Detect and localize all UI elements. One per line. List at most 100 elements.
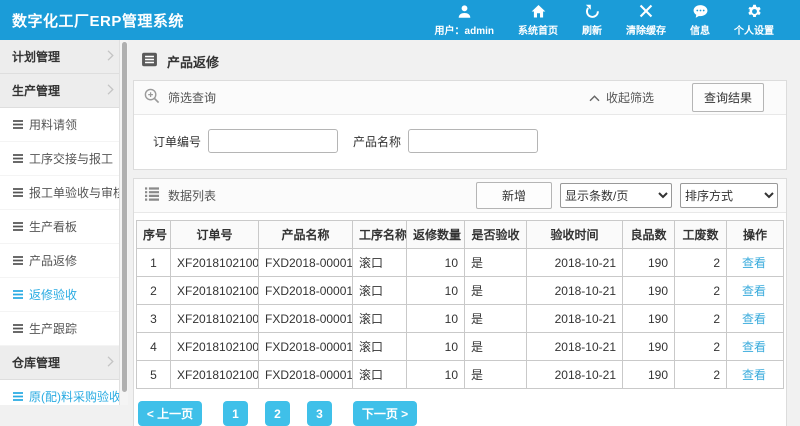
table-header-row: 序号订单号产品名称工序名称返修数量是否验收验收时间良品数工废数操作	[137, 221, 784, 249]
nav-item-label: 信息	[690, 22, 710, 37]
operations-cell: 查看删除	[727, 333, 784, 361]
nav-item-user[interactable]: 用户：admin	[435, 4, 494, 37]
table-cell: 190	[623, 305, 675, 333]
settings-icon	[747, 4, 762, 19]
sidebar-item-4[interactable]: 报工单验收与审核	[0, 176, 128, 210]
view-link[interactable]: 查看	[742, 340, 766, 354]
nav-item-clear-cache[interactable]: 清除缓存	[626, 4, 666, 37]
table-cell: 滚口	[353, 333, 407, 361]
nav-item-label: 清除缓存	[626, 22, 666, 37]
table-row: 1XF20181021001FXD2018-00001滚口10是2018-10-…	[137, 249, 784, 277]
table-cell: XF20181021001	[171, 305, 259, 333]
nav-item-refresh[interactable]: 刷新	[582, 4, 602, 37]
list-icon	[144, 186, 160, 205]
column-header: 工废数	[675, 221, 727, 249]
nav-item-label: 系统首页	[518, 22, 558, 37]
page-title: 产品返修	[167, 52, 219, 71]
menu-bars-icon	[13, 222, 23, 231]
sidebar-item-6[interactable]: 产品返修	[0, 244, 128, 278]
data-table: 序号订单号产品名称工序名称返修数量是否验收验收时间良品数工废数操作1XF2018…	[136, 220, 784, 389]
order-no-label: 订单编号	[153, 133, 201, 150]
nav-item-message[interactable]: 信息	[690, 4, 710, 37]
table-cell: 2	[675, 277, 727, 305]
table-cell: 4	[137, 333, 171, 361]
data-panel-header: 数据列表 新增 显示条数/页 排序方式	[134, 179, 786, 213]
sidebar-group-1[interactable]: 生产管理	[0, 74, 128, 108]
sidebar-item-label: 原(配)料采购验收	[29, 388, 121, 405]
operations-cell: 查看删除	[727, 305, 784, 333]
table-cell: 滚口	[353, 249, 407, 277]
order-no-input[interactable]	[208, 129, 338, 153]
view-link[interactable]: 查看	[742, 284, 766, 298]
table-cell: 10	[407, 361, 465, 389]
table-cell: 是	[465, 249, 527, 277]
refresh-icon	[585, 4, 600, 19]
sidebar-scrollbar[interactable]	[119, 40, 128, 405]
sidebar-group-0[interactable]: 计划管理	[0, 40, 128, 74]
sort-select[interactable]: 排序方式	[680, 183, 778, 208]
column-header: 验收时间	[527, 221, 623, 249]
data-panel: 数据列表 新增 显示条数/页 排序方式 序号订单号产品名称工序名称返修数量是否验…	[133, 178, 787, 426]
table-cell: FXD2018-00001	[259, 305, 353, 333]
sidebar-item-10[interactable]: 原(配)料采购验收	[0, 380, 128, 405]
sidebar-item-5[interactable]: 生产看板	[0, 210, 128, 244]
table-cell: FXD2018-00001	[259, 249, 353, 277]
view-link[interactable]: 查看	[742, 368, 766, 382]
nav-item-settings[interactable]: 个人设置	[734, 4, 774, 37]
menu-bars-icon	[13, 290, 23, 299]
table-cell: FXD2018-00001	[259, 277, 353, 305]
document-icon	[141, 51, 158, 71]
product-name-input[interactable]	[408, 129, 538, 153]
column-header: 产品名称	[259, 221, 353, 249]
table-cell: 190	[623, 249, 675, 277]
column-header: 返修数量	[407, 221, 465, 249]
table-row: 3XF20181021001FXD2018-00001滚口10是2018-10-…	[137, 305, 784, 333]
nav-item-home[interactable]: 系统首页	[518, 4, 558, 37]
table-cell: 2	[137, 277, 171, 305]
table-cell: 是	[465, 305, 527, 333]
collapse-filter-toggle[interactable]: 收起筛选	[589, 89, 654, 106]
home-icon	[531, 4, 546, 19]
sidebar-item-label: 生产看板	[29, 218, 77, 235]
column-header: 订单号	[171, 221, 259, 249]
table-cell: 2	[675, 361, 727, 389]
top-bar: 数字化工厂ERP管理系统 用户：admin系统首页刷新清除缓存信息个人设置	[0, 0, 800, 40]
sidebar-item-label: 工序交接与报工	[29, 150, 113, 167]
add-button[interactable]: 新增	[476, 182, 552, 209]
chevron-right-icon	[107, 84, 114, 98]
chevron-right-icon	[107, 356, 114, 370]
search-plus-icon	[144, 88, 160, 107]
menu-bars-icon	[13, 120, 23, 129]
column-header: 操作	[727, 221, 784, 249]
sidebar-item-7[interactable]: 返修验收	[0, 278, 128, 312]
user-icon	[457, 4, 472, 19]
menu-bars-icon	[13, 256, 23, 265]
main-content: 产品返修 筛选查询 收起筛选 查询结果 订单编号产品名称 数据列表 新增 显示条…	[128, 40, 800, 405]
table-cell: 是	[465, 333, 527, 361]
page-size-select[interactable]: 显示条数/页	[560, 183, 672, 208]
sidebar-item-8[interactable]: 生产跟踪	[0, 312, 128, 346]
sidebar-item-3[interactable]: 工序交接与报工	[0, 142, 128, 176]
view-link[interactable]: 查看	[742, 312, 766, 326]
scrollbar-thumb[interactable]	[122, 42, 127, 392]
sidebar-group-label: 生产管理	[12, 82, 60, 99]
table-cell: FXD2018-00001	[259, 333, 353, 361]
table-cell: 滚口	[353, 361, 407, 389]
table-cell: 190	[623, 277, 675, 305]
table-cell: 是	[465, 277, 527, 305]
table-cell: 滚口	[353, 305, 407, 333]
table-cell: 10	[407, 333, 465, 361]
view-link[interactable]: 查看	[742, 256, 766, 270]
query-result-button[interactable]: 查询结果	[692, 83, 764, 112]
sidebar-group-9[interactable]: 仓库管理	[0, 346, 128, 380]
sidebar-item-2[interactable]: 用料请领	[0, 108, 128, 142]
table-cell: 10	[407, 277, 465, 305]
table-cell: XF20181021001	[171, 333, 259, 361]
filter-panel-header: 筛选查询 收起筛选 查询结果	[134, 81, 786, 115]
operations-cell: 查看删除	[727, 277, 784, 305]
table-cell: 2	[675, 305, 727, 333]
sidebar-item-label: 用料请领	[29, 116, 77, 133]
sidebar: 计划管理生产管理用料请领工序交接与报工报工单验收与审核生产看板产品返修返修验收生…	[0, 40, 128, 405]
table-cell: FXD2018-00001	[259, 361, 353, 389]
table-cell: XF20181021001	[171, 277, 259, 305]
